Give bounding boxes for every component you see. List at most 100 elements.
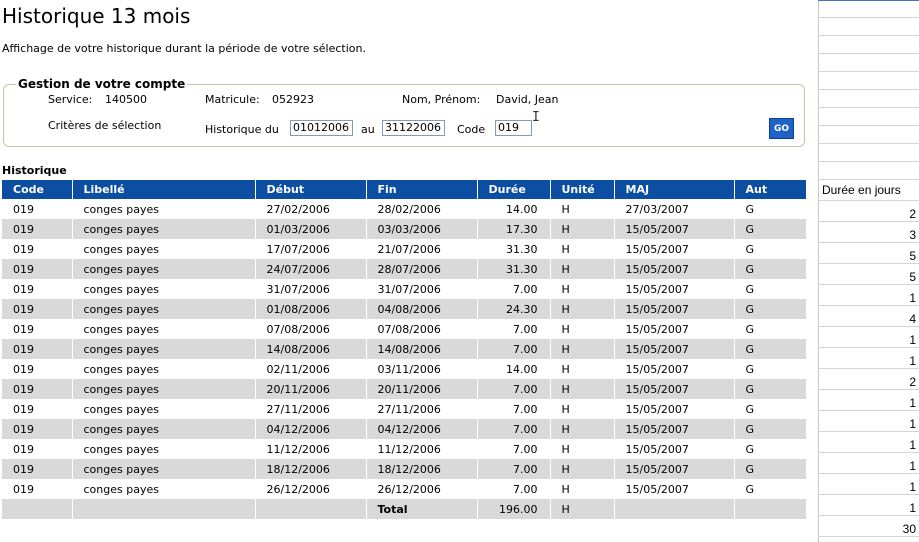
spreadsheet-cell[interactable]: 5 [819, 270, 916, 284]
spreadsheet-gridline [818, 452, 919, 453]
spreadsheet-gridline [818, 161, 919, 162]
account-legend: Gestion de votre compte [16, 77, 188, 91]
cell-debut: 18/12/2006 [255, 459, 367, 479]
spreadsheet-cell[interactable]: 1 [819, 396, 916, 410]
cell-unite: H [550, 259, 615, 279]
spreadsheet-cell[interactable]: 1 [819, 291, 916, 305]
spreadsheet-cell[interactable]: 2 [819, 375, 916, 389]
spreadsheet-gridline [818, 200, 919, 201]
code-input[interactable]: 019 [495, 120, 532, 136]
cell-duree: 31.30 [477, 259, 551, 279]
cell-fin: 26/12/2006 [366, 479, 478, 499]
cell-libelle: conges payes [72, 479, 256, 499]
cell-code: 019 [2, 339, 73, 359]
go-button[interactable]: GO [769, 118, 794, 139]
cell-libelle: conges payes [72, 239, 256, 259]
spreadsheet-gridline [818, 515, 919, 516]
cell-unite: H [550, 199, 615, 219]
service-value: 140500 [105, 93, 147, 106]
spreadsheet-cell[interactable]: 1 [819, 501, 916, 515]
table-row: 019 conges payes 20/11/2006 20/11/2006 7.00 H… [2, 379, 807, 399]
col-header-aut[interactable]: Aut [734, 180, 807, 199]
date-from-input[interactable]: 01012006 [290, 120, 353, 136]
cell-code: 019 [2, 319, 73, 339]
spreadsheet-gridline [818, 494, 919, 495]
spreadsheet-gridline [818, 17, 919, 18]
spreadsheet-cell[interactable]: 3 [819, 228, 916, 242]
cell-unite: H [550, 419, 615, 439]
date-to-input[interactable]: 31122006 [382, 120, 445, 136]
total-unit: H [550, 499, 615, 519]
spreadsheet-cell[interactable]: 1 [819, 417, 916, 431]
cell-aut: G [734, 319, 807, 339]
page-subtitle: Affichage de votre historique durant la … [2, 42, 366, 55]
cell-duree: 14.00 [477, 359, 551, 379]
cell-code: 019 [2, 459, 73, 479]
spreadsheet-gridline [818, 35, 919, 36]
cell-code: 019 [2, 439, 73, 459]
total-value: 196.00 [477, 499, 551, 519]
cell-libelle: conges payes [72, 339, 256, 359]
spreadsheet-cell[interactable]: 2 [819, 207, 916, 221]
cell-maj: 15/05/2007 [614, 359, 735, 379]
col-header-debut[interactable]: Début [255, 180, 367, 199]
spreadsheet-cell[interactable]: 1 [819, 459, 916, 473]
total-empty-cell [72, 499, 256, 519]
cell-duree: 7.00 [477, 319, 551, 339]
spreadsheet-cell[interactable]: 1 [819, 438, 916, 452]
col-header-fin[interactable]: Fin [366, 180, 478, 199]
cell-code: 019 [2, 379, 73, 399]
table-row: 019 conges payes 01/03/2006 03/03/2006 17.30… [2, 219, 807, 239]
cell-debut: 11/12/2006 [255, 439, 367, 459]
cell-maj: 15/05/2007 [614, 259, 735, 279]
col-header-code[interactable]: Code [2, 180, 73, 199]
cell-debut: 31/07/2006 [255, 279, 367, 299]
cell-libelle: conges payes [72, 279, 256, 299]
col-header-libelle[interactable]: Libellé [72, 180, 256, 199]
cell-fin: 28/07/2006 [366, 259, 478, 279]
nom-label: Nom, Prénom: [402, 93, 481, 106]
cell-libelle: conges payes [72, 259, 256, 279]
cell-maj: 15/05/2007 [614, 419, 735, 439]
cell-libelle: conges payes [72, 439, 256, 459]
cell-fin: 31/07/2006 [366, 279, 478, 299]
spreadsheet-cell[interactable]: 1 [819, 480, 916, 494]
table-row: 019 conges payes 24/07/2006 28/07/2006 31.30… [2, 259, 807, 279]
cell-duree: 7.00 [477, 479, 551, 499]
spreadsheet-cell[interactable]: 1 [819, 333, 916, 347]
cell-fin: 14/08/2006 [366, 339, 478, 359]
cell-duree: 7.00 [477, 399, 551, 419]
spreadsheet-cell[interactable]: 4 [819, 312, 916, 326]
cell-fin: 11/12/2006 [366, 439, 478, 459]
cell-aut: G [734, 439, 807, 459]
total-label: Total [366, 499, 478, 519]
table-row: 019 conges payes 04/12/2006 04/12/2006 7.00 H… [2, 419, 807, 439]
matricule-label: Matricule: [205, 93, 260, 106]
cell-maj: 15/05/2007 [614, 479, 735, 499]
table-row: 019 conges payes 01/08/2006 04/08/2006 24.30… [2, 299, 807, 319]
cell-fin: 21/07/2006 [366, 239, 478, 259]
cell-fin: 04/12/2006 [366, 419, 478, 439]
col-header-maj[interactable]: MAJ [614, 180, 735, 199]
cell-maj: 15/05/2007 [614, 319, 735, 339]
col-header-duree[interactable]: Durée [477, 180, 551, 199]
spreadsheet-total-cell[interactable]: 30 [819, 522, 916, 536]
cell-aut: G [734, 359, 807, 379]
spreadsheet-cell[interactable]: 5 [819, 249, 916, 263]
cell-aut: G [734, 279, 807, 299]
cell-debut: 07/08/2006 [255, 319, 367, 339]
cell-maj: 15/05/2007 [614, 439, 735, 459]
cell-duree: 17.30 [477, 219, 551, 239]
cell-fin: 03/11/2006 [366, 359, 478, 379]
spreadsheet-cell[interactable]: 1 [819, 354, 916, 368]
cell-duree: 7.00 [477, 439, 551, 459]
col-header-unite[interactable]: Unité [550, 180, 615, 199]
cell-maj: 15/05/2007 [614, 459, 735, 479]
cell-fin: 20/11/2006 [366, 379, 478, 399]
cell-libelle: conges payes [72, 219, 256, 239]
cell-debut: 02/11/2006 [255, 359, 367, 379]
cell-aut: G [734, 299, 807, 319]
cell-unite: H [550, 219, 615, 239]
total-empty-cell [255, 499, 367, 519]
cell-code: 019 [2, 199, 73, 219]
